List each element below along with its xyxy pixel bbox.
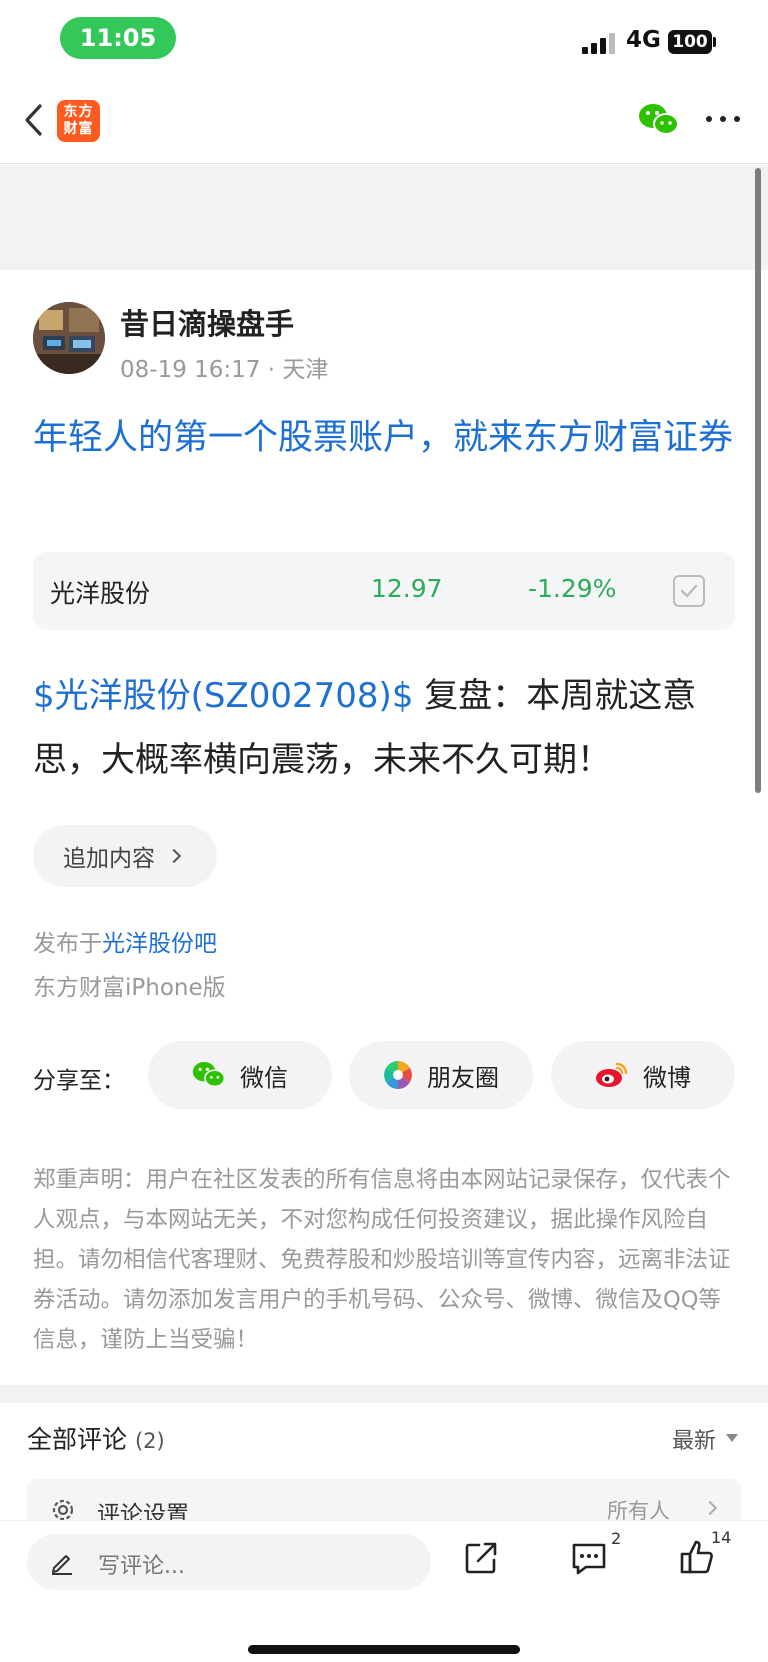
status-time: 11:05	[60, 17, 176, 59]
wechat-icon	[639, 104, 679, 135]
stock-bar-link[interactable]: 光洋股份吧	[102, 931, 217, 957]
comments-header: 全部评论 (2)	[27, 1420, 165, 1456]
disclaimer-text: 郑重声明：用户在社区发表的所有信息将由本网站记录保存，仅代表个人观点，与本网站无…	[33, 1167, 731, 1353]
comments-count: (2)	[134, 1429, 165, 1453]
weibo-icon	[596, 1062, 628, 1087]
published-prefix: 发布于	[33, 931, 102, 957]
comment-count-badge: 2	[611, 1529, 622, 1548]
chevron-right-icon	[702, 1500, 718, 1516]
author-name[interactable]: 昔日滴操盘手	[120, 301, 294, 343]
banner-placeholder	[0, 165, 768, 270]
nav-bar: 东方 财富	[0, 76, 768, 164]
author-avatar[interactable]	[33, 302, 105, 374]
share-label: 分享至：	[33, 1068, 125, 1094]
stock-quote-card[interactable]: 光洋股份 12.97 -1.29%	[33, 552, 735, 630]
home-indicator[interactable]	[248, 1645, 520, 1654]
write-comment-placeholder: 写评论...	[98, 1554, 185, 1579]
stock-link[interactable]: $光洋股份(SZ002708)$	[33, 676, 413, 716]
bottom-action-bar: 写评论... 2 14	[0, 1520, 768, 1662]
client-info: 东方财富iPhone版	[33, 975, 226, 1001]
post-title-ad-link[interactable]: 年轻人的第一个股票账户，就来东方财富证券	[33, 410, 738, 466]
published-in: 发布于光洋股份吧	[33, 924, 217, 958]
logo-line-2: 财富	[63, 121, 94, 137]
comment-sort-button[interactable]: 最新	[672, 1423, 716, 1455]
status-bar: 11:05 4G 100	[0, 0, 768, 76]
checkmark-icon	[680, 584, 698, 598]
stock-name: 光洋股份	[50, 579, 151, 608]
append-content-label: 追加内容	[63, 846, 155, 872]
thumbs-up-icon[interactable]	[679, 1539, 715, 1575]
wechat-icon	[192, 1062, 226, 1088]
write-comment-input[interactable]: 写评论...	[27, 1534, 431, 1590]
battery-cap	[713, 37, 716, 47]
share-moments-button[interactable]: 朋友圈	[349, 1041, 533, 1109]
share-weibo-label: 微博	[643, 1063, 691, 1092]
comments-title: 全部评论	[27, 1425, 128, 1454]
moments-icon	[384, 1061, 412, 1089]
battery-level: 100	[672, 32, 708, 52]
more-button[interactable]	[706, 113, 740, 125]
back-button[interactable]	[20, 98, 50, 142]
app-logo[interactable]: 东方 财富	[57, 100, 100, 142]
append-content-button[interactable]: 追加内容	[33, 825, 217, 887]
stock-change: -1.29%	[528, 574, 617, 603]
share-icon[interactable]	[463, 1540, 499, 1576]
scrollbar[interactable]	[755, 168, 761, 793]
comment-icon[interactable]	[570, 1540, 608, 1576]
signal-icon	[582, 32, 616, 54]
more-dot-icon	[720, 116, 726, 122]
more-dot-icon	[706, 116, 712, 122]
section-divider	[0, 1385, 768, 1403]
share-wechat-label: 微信	[240, 1063, 288, 1092]
caret-down-icon[interactable]	[726, 1434, 738, 1442]
stock-price: 12.97	[371, 574, 443, 603]
share-weibo-button[interactable]: 微博	[551, 1041, 735, 1109]
post-body: $光洋股份(SZ002708)$ 复盘：本周就这意思，大概率横向震荡，未来不久可…	[33, 664, 738, 792]
wechat-share-button[interactable]	[638, 102, 680, 138]
network-type: 4G	[626, 27, 661, 53]
share-moments-label: 朋友圈	[427, 1063, 499, 1092]
chevron-left-icon	[25, 104, 42, 136]
chevron-right-icon	[166, 848, 182, 864]
more-dot-icon	[734, 116, 740, 122]
avatar-image	[33, 302, 105, 374]
post-meta: 08-19 16:17 · 天津	[120, 357, 329, 383]
pencil-icon	[52, 1555, 72, 1575]
share-wechat-button[interactable]: 微信	[148, 1041, 332, 1109]
add-watchlist-checkbox[interactable]	[673, 575, 705, 607]
logo-line-1: 东方	[63, 104, 94, 120]
like-count-badge: 14	[711, 1528, 732, 1547]
battery-icon: 100	[668, 30, 712, 54]
